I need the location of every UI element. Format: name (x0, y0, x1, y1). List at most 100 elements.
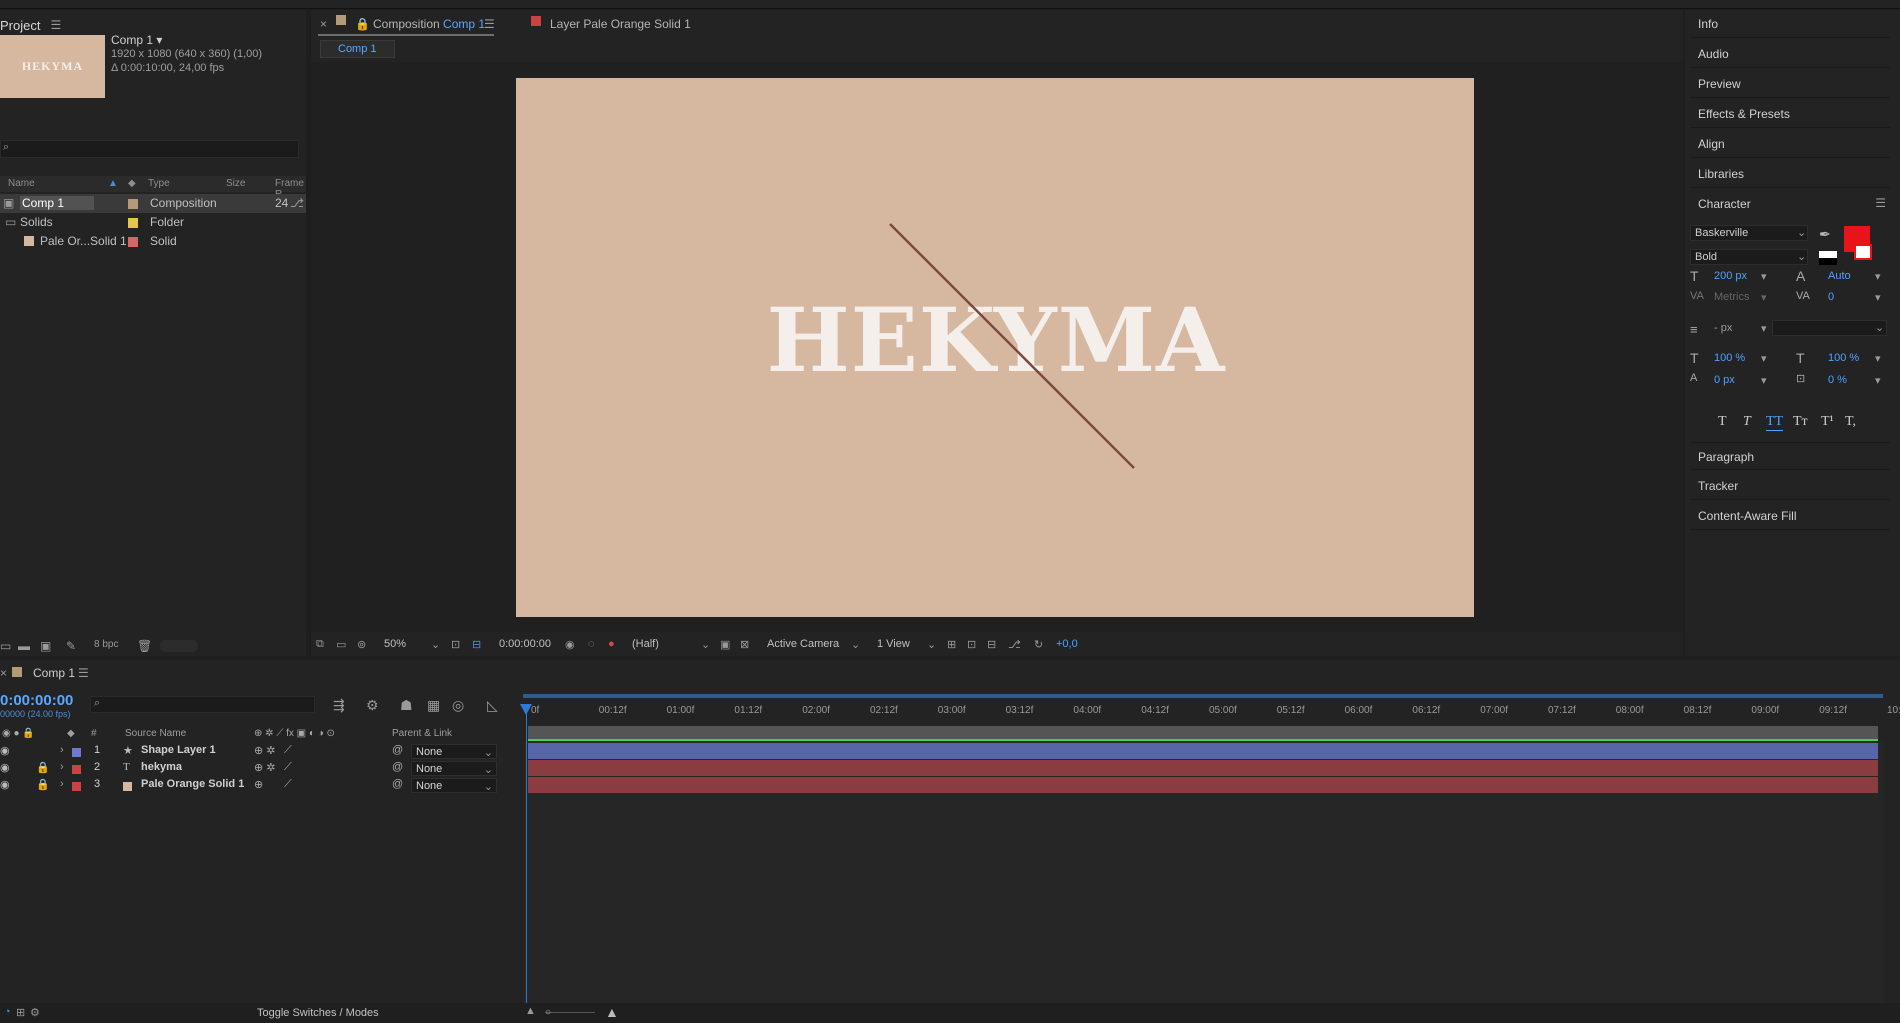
panel-menu-icon[interactable]: ☰ (78, 666, 89, 680)
col-type[interactable]: Type (148, 178, 170, 189)
comp-info-name[interactable]: Comp 1 ▾ (111, 33, 262, 47)
close-tab-icon[interactable]: × (320, 17, 327, 31)
region-of-interest-icon[interactable]: ▣ (720, 638, 730, 651)
flowchart-icon[interactable]: ⎇ (290, 196, 304, 210)
panel-character[interactable]: Character ☰ (1690, 190, 1890, 218)
panel-tracker[interactable]: Tracker (1690, 472, 1890, 500)
tab-layer[interactable]: Layer Pale Orange Solid 1 (550, 17, 691, 31)
eyedropper-icon[interactable]: ✒ (1819, 226, 1831, 243)
new-folder-icon[interactable]: ▬ (18, 639, 30, 653)
layer-label-swatch[interactable] (72, 782, 81, 791)
playhead[interactable] (526, 705, 527, 1003)
small-caps-button[interactable]: Tт (1793, 414, 1808, 430)
playhead-handle[interactable] (520, 704, 532, 716)
layer-row[interactable]: ◉ 🔒 › 3 Pale Orange Solid 1 ⊕ ⟋ @ None ⌄ (0, 777, 520, 794)
col-source-name[interactable]: Source Name (125, 728, 186, 739)
panel-paragraph[interactable]: Paragraph (1690, 442, 1890, 470)
zoom-in-icon[interactable]: ▲ (605, 1004, 619, 1020)
lock-icon[interactable]: 🔒 (36, 778, 50, 791)
project-search-input[interactable]: ⌕ (0, 140, 299, 158)
show-snapshot-icon[interactable]: ◌ (588, 638, 595, 650)
reset-exposure-icon[interactable]: ↻ (1034, 638, 1043, 651)
quality-switch-icon[interactable]: ⟋ (284, 744, 292, 757)
layer-row[interactable]: ◉ › 1 ★ Shape Layer 1 ⊕ ✲ ⟋ @ None ⌄ (0, 743, 520, 760)
comp-work-area-track[interactable] (528, 726, 1878, 740)
col-size[interactable]: Size (226, 178, 245, 189)
col-parent[interactable]: Parent & Link (392, 728, 452, 739)
color-channel-icon[interactable]: ● (608, 638, 615, 650)
timeline-search-input[interactable]: ⌕ (90, 696, 315, 713)
camera-snapshot-icon[interactable]: ◉ (565, 638, 575, 651)
chevron-down-icon[interactable]: ⌄ (484, 780, 493, 793)
timeline-timecode[interactable]: 0:00:00:00 (0, 692, 73, 709)
zoom-slider-handle[interactable]: ○ (545, 1007, 551, 1018)
display-icon[interactable]: ▭ (336, 638, 346, 651)
panel-menu-icon[interactable]: ☰ (50, 18, 61, 32)
draft-3d-icon[interactable]: ⊡ (967, 638, 976, 651)
zoom-out-icon[interactable]: ▲ (525, 1005, 536, 1017)
trash-icon[interactable]: 🗑 (137, 639, 152, 653)
in-out-pane-icon[interactable]: ⚙ (30, 1006, 40, 1019)
pick-whip-icon[interactable]: @ (392, 744, 403, 756)
all-caps-button[interactable]: TT (1766, 414, 1784, 431)
layer-bar[interactable] (528, 777, 1878, 793)
expand-arrow-icon[interactable]: › (60, 761, 64, 773)
shy-switch-icon[interactable]: ⊕ ✲ (254, 744, 276, 757)
sort-asc-icon[interactable]: ▲ (108, 178, 118, 189)
comp-canvas[interactable]: HEKYMA (516, 78, 1474, 617)
chevron-down-icon[interactable]: ⌄ (431, 638, 440, 651)
lock-icon[interactable]: 🔒 (36, 761, 50, 774)
quality-switch-icon[interactable]: ⟋ (284, 778, 292, 791)
dropdown-arrow-icon[interactable]: ▾ (1761, 352, 1767, 365)
dropdown-arrow-icon[interactable]: ▾ (1761, 322, 1767, 335)
new-comp-icon[interactable]: ▣ (40, 639, 51, 653)
chevron-down-icon[interactable]: ⌄ (927, 638, 936, 651)
shape-line[interactable] (516, 78, 1474, 617)
chevron-down-icon[interactable]: ⌄ (701, 638, 710, 651)
dropdown-arrow-icon[interactable]: ▾ (1875, 291, 1881, 304)
always-preview-icon[interactable]: ⧉ (316, 638, 324, 651)
layer-name[interactable]: Pale Orange Solid 1 (141, 778, 244, 790)
flowchart-icon[interactable]: ⎇ (1008, 638, 1021, 651)
chevron-down-icon[interactable]: ⌄ (1797, 250, 1806, 263)
font-style-select[interactable]: Bold (1690, 249, 1808, 265)
panel-effects-presets[interactable]: Effects & Presets (1690, 100, 1890, 128)
white-black-swatch[interactable] (1819, 251, 1837, 265)
shy-switch-icon[interactable]: ⊕ ✲ (254, 761, 276, 774)
panel-align[interactable]: Align (1690, 130, 1890, 158)
horizontal-scale-value[interactable]: 100 % (1828, 352, 1859, 364)
time-ruler[interactable]: 0f 00:12f 01:00f 01:12f 02:00f 02:12f 03:00f 03… (523, 694, 1900, 722)
baseline-shift-value[interactable]: 0 px (1714, 374, 1735, 386)
toggle-pixel-icon[interactable]: ⊞ (947, 638, 956, 651)
switches-icons[interactable]: ⊕ ✲ ⟋ fx ▣ ◐ ◑ ⊙ (254, 728, 335, 739)
superscript-button[interactable]: T¹ (1821, 414, 1834, 430)
motion-blur-icon[interactable]: ◎ (452, 697, 464, 714)
graph-editor-icon[interactable]: ◺ (487, 697, 498, 714)
faux-italic-button[interactable]: T (1743, 414, 1751, 430)
timeline-icon[interactable]: ⊟ (987, 638, 996, 651)
project-item[interactable]: Pale Or...Solid 1 Solid (0, 232, 306, 251)
viewer-timecode[interactable]: 0:00:00:00 (499, 638, 551, 650)
panel-libraries[interactable]: Libraries (1690, 160, 1890, 188)
interpret-footage-icon[interactable]: ▭ (0, 639, 11, 653)
resolution-select[interactable]: (Half) (632, 638, 659, 650)
transparency-grid-icon[interactable]: ⊠ (740, 638, 749, 651)
panel-preview[interactable]: Preview (1690, 70, 1890, 98)
chevron-down-icon[interactable]: ⌄ (484, 763, 493, 776)
fit-icon[interactable]: ⊡ (451, 638, 460, 651)
close-tab-icon[interactable]: × (0, 666, 7, 680)
expand-pane-icon[interactable]: ⊞ (16, 1006, 25, 1019)
draft-3d-icon[interactable]: ⚙ (366, 697, 379, 714)
pick-whip-icon[interactable]: @ (392, 761, 403, 773)
tracking-value[interactable]: 0 (1828, 291, 1834, 303)
dropdown-arrow-icon[interactable]: ▾ (1761, 374, 1767, 387)
expand-arrow-icon[interactable]: › (60, 778, 64, 790)
layer-label-swatch[interactable] (72, 748, 81, 757)
chevron-down-icon[interactable]: ⌄ (484, 746, 493, 759)
comp-mini-flowchart-icon[interactable]: ⇶ (333, 697, 345, 714)
parent-select[interactable]: None ⌄ (411, 778, 497, 793)
col-name[interactable]: Name (8, 178, 35, 189)
dropdown-arrow-icon[interactable]: ▾ (1875, 270, 1881, 283)
panel-menu-icon[interactable]: ☰ (484, 17, 495, 31)
tab-composition[interactable]: Composition Comp 1 (373, 17, 485, 31)
